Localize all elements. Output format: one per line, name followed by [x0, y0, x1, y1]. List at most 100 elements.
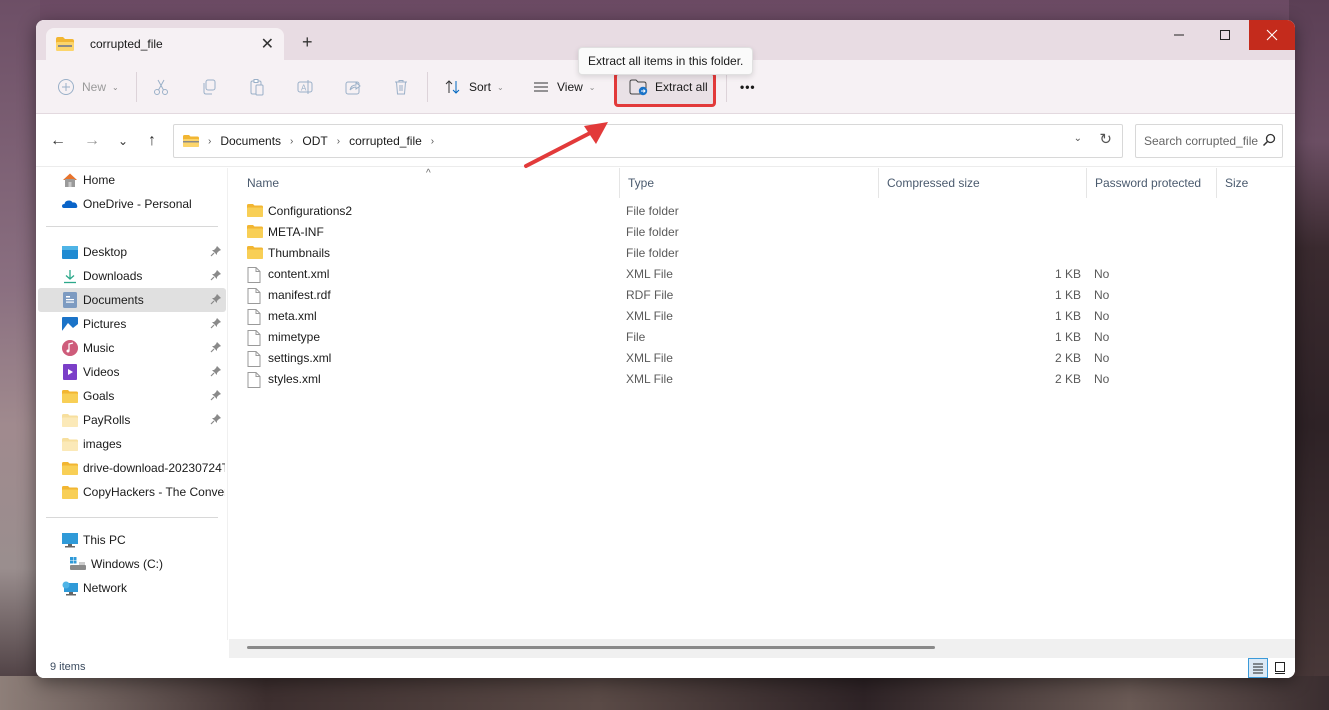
pin-icon[interactable]	[210, 269, 222, 284]
sidebar-item-goals[interactable]: Goals	[38, 384, 226, 408]
pin-icon[interactable]	[210, 413, 222, 428]
share-button[interactable]	[343, 75, 363, 99]
folder-icon	[62, 388, 78, 404]
pin-icon[interactable]	[210, 365, 222, 380]
file-row[interactable]: styles.xml XML File 2 KB No	[229, 369, 1295, 390]
sidebar-item-music[interactable]: Music	[38, 336, 226, 360]
toolbar-divider	[136, 72, 137, 102]
sort-ascending-icon: ^	[426, 168, 431, 179]
view-button[interactable]: View ⌄	[531, 75, 596, 99]
sidebar-item-onedrive[interactable]: OneDrive - Personal	[38, 192, 226, 216]
copy-button[interactable]	[199, 75, 219, 99]
forward-button[interactable]: →	[82, 131, 102, 151]
file-name: manifest.rdf	[268, 288, 331, 302]
breadcrumb-separator: ›	[290, 135, 294, 147]
folder-icon	[247, 204, 263, 218]
details-view-button[interactable]	[1248, 658, 1268, 678]
pin-icon[interactable]	[210, 341, 222, 356]
sort-button[interactable]: Sort ⌄	[443, 75, 504, 99]
large-icons-view-button[interactable]	[1270, 658, 1290, 678]
column-header-size[interactable]: Size	[1216, 168, 1295, 198]
breadcrumb-documents[interactable]: Documents	[220, 134, 281, 148]
new-button[interactable]: New ⌄	[56, 75, 119, 99]
column-header-compressed-size[interactable]: Compressed size	[878, 168, 1087, 198]
desktop-wallpaper-bottom	[0, 676, 1329, 710]
file-type: File	[626, 330, 646, 344]
back-button[interactable]: ←	[48, 131, 68, 151]
sidebar-item-drive-download-20230724t[interactable]: drive-download-20230724T	[38, 456, 226, 480]
videos-icon	[62, 364, 78, 380]
zip-folder-icon	[56, 37, 74, 51]
extract-all-label: Extract all	[655, 80, 708, 94]
close-tab-icon[interactable]: ✕	[261, 34, 274, 54]
sidebar-item-pictures[interactable]: Pictures	[38, 312, 226, 336]
file-compressed-size: 1 KB	[1054, 267, 1081, 281]
recent-locations-button[interactable]: ⌄	[113, 131, 133, 151]
file-row[interactable]: content.xml XML File 1 KB No	[229, 264, 1295, 285]
file-row[interactable]: meta.xml XML File 1 KB No	[229, 306, 1295, 327]
column-header-type[interactable]: Type	[619, 168, 878, 198]
pin-icon[interactable]	[210, 389, 222, 404]
pin-icon[interactable]	[210, 317, 222, 332]
downloads-icon	[62, 268, 78, 284]
plus-circle-icon	[56, 77, 76, 97]
file-name: styles.xml	[268, 372, 321, 386]
pictures-icon	[62, 316, 78, 332]
copy-icon	[199, 77, 219, 97]
rename-button[interactable]: A	[295, 75, 315, 99]
horizontal-scrollbar[interactable]	[229, 639, 1295, 658]
column-header-password-protected[interactable]: Password protected	[1086, 168, 1216, 198]
scrollbar-thumb[interactable]	[247, 646, 935, 649]
file-icon	[247, 330, 263, 346]
refresh-icon[interactable]: ↻	[1099, 130, 1112, 148]
pin-icon[interactable]	[210, 245, 222, 260]
sidebar-item-desktop[interactable]: Desktop	[38, 240, 226, 264]
maximize-button[interactable]	[1202, 20, 1248, 50]
address-bar[interactable]: › Documents › ODT › corrupted_file › ⌄ ↻	[173, 124, 1123, 158]
search-input[interactable]: Search corrupted_file	[1135, 124, 1283, 158]
address-dropdown-icon[interactable]: ⌄	[1074, 133, 1082, 144]
folder-icon	[62, 412, 78, 428]
file-name: content.xml	[268, 267, 330, 281]
sidebar-item-downloads[interactable]: Downloads	[38, 264, 226, 288]
chevron-down-icon: ⌄	[588, 82, 596, 92]
extract-all-button[interactable]: Extract all	[629, 75, 708, 99]
cut-button[interactable]	[151, 75, 171, 99]
sidebar-item-copyhackers-the-convers[interactable]: CopyHackers - The Convers	[38, 480, 226, 504]
file-row[interactable]: mimetype File 1 KB No	[229, 327, 1295, 348]
minimize-button[interactable]	[1156, 20, 1202, 50]
sidebar-item-home[interactable]: Home	[38, 168, 226, 192]
file-row[interactable]: manifest.rdf RDF File 1 KB No	[229, 285, 1295, 306]
file-row[interactable]: settings.xml XML File 2 KB No	[229, 348, 1295, 369]
file-type: File folder	[626, 204, 679, 218]
file-type: File folder	[626, 246, 679, 260]
close-window-button[interactable]	[1249, 20, 1295, 50]
folder-icon	[183, 135, 199, 147]
file-row[interactable]: Thumbnails File folder	[229, 243, 1295, 264]
tab-corrupted-file[interactable]: corrupted_file ✕	[46, 28, 284, 60]
music-icon	[62, 340, 78, 356]
breadcrumb-odt[interactable]: ODT	[302, 134, 327, 148]
delete-button[interactable]	[391, 75, 411, 99]
sidebar-item-windows-c[interactable]: Windows (C:)	[38, 552, 226, 576]
sidebar-item-documents[interactable]: Documents	[38, 288, 226, 312]
paste-button[interactable]	[247, 75, 267, 99]
home-icon	[62, 172, 78, 188]
svg-text:A: A	[301, 84, 307, 93]
up-button[interactable]: ↑	[142, 131, 162, 151]
file-compressed-size: 1 KB	[1054, 309, 1081, 323]
new-tab-button[interactable]: +	[302, 32, 313, 53]
file-row[interactable]: Configurations2 File folder	[229, 201, 1295, 222]
breadcrumb-corrupted-file[interactable]: corrupted_file	[349, 134, 422, 148]
more-options-button[interactable]: •••	[740, 75, 756, 99]
file-row[interactable]: META-INF File folder	[229, 222, 1295, 243]
sidebar-item-network[interactable]: Network	[38, 576, 226, 600]
pin-icon[interactable]	[210, 293, 222, 308]
sidebar-item-payrolls[interactable]: PayRolls	[38, 408, 226, 432]
more-icon: •••	[740, 80, 756, 94]
sidebar-item-videos[interactable]: Videos	[38, 360, 226, 384]
extract-folder-icon	[629, 77, 649, 97]
sidebar-item-this-pc[interactable]: This PC	[38, 528, 226, 552]
file-icon	[247, 351, 263, 367]
sidebar-item-images[interactable]: images	[38, 432, 226, 456]
